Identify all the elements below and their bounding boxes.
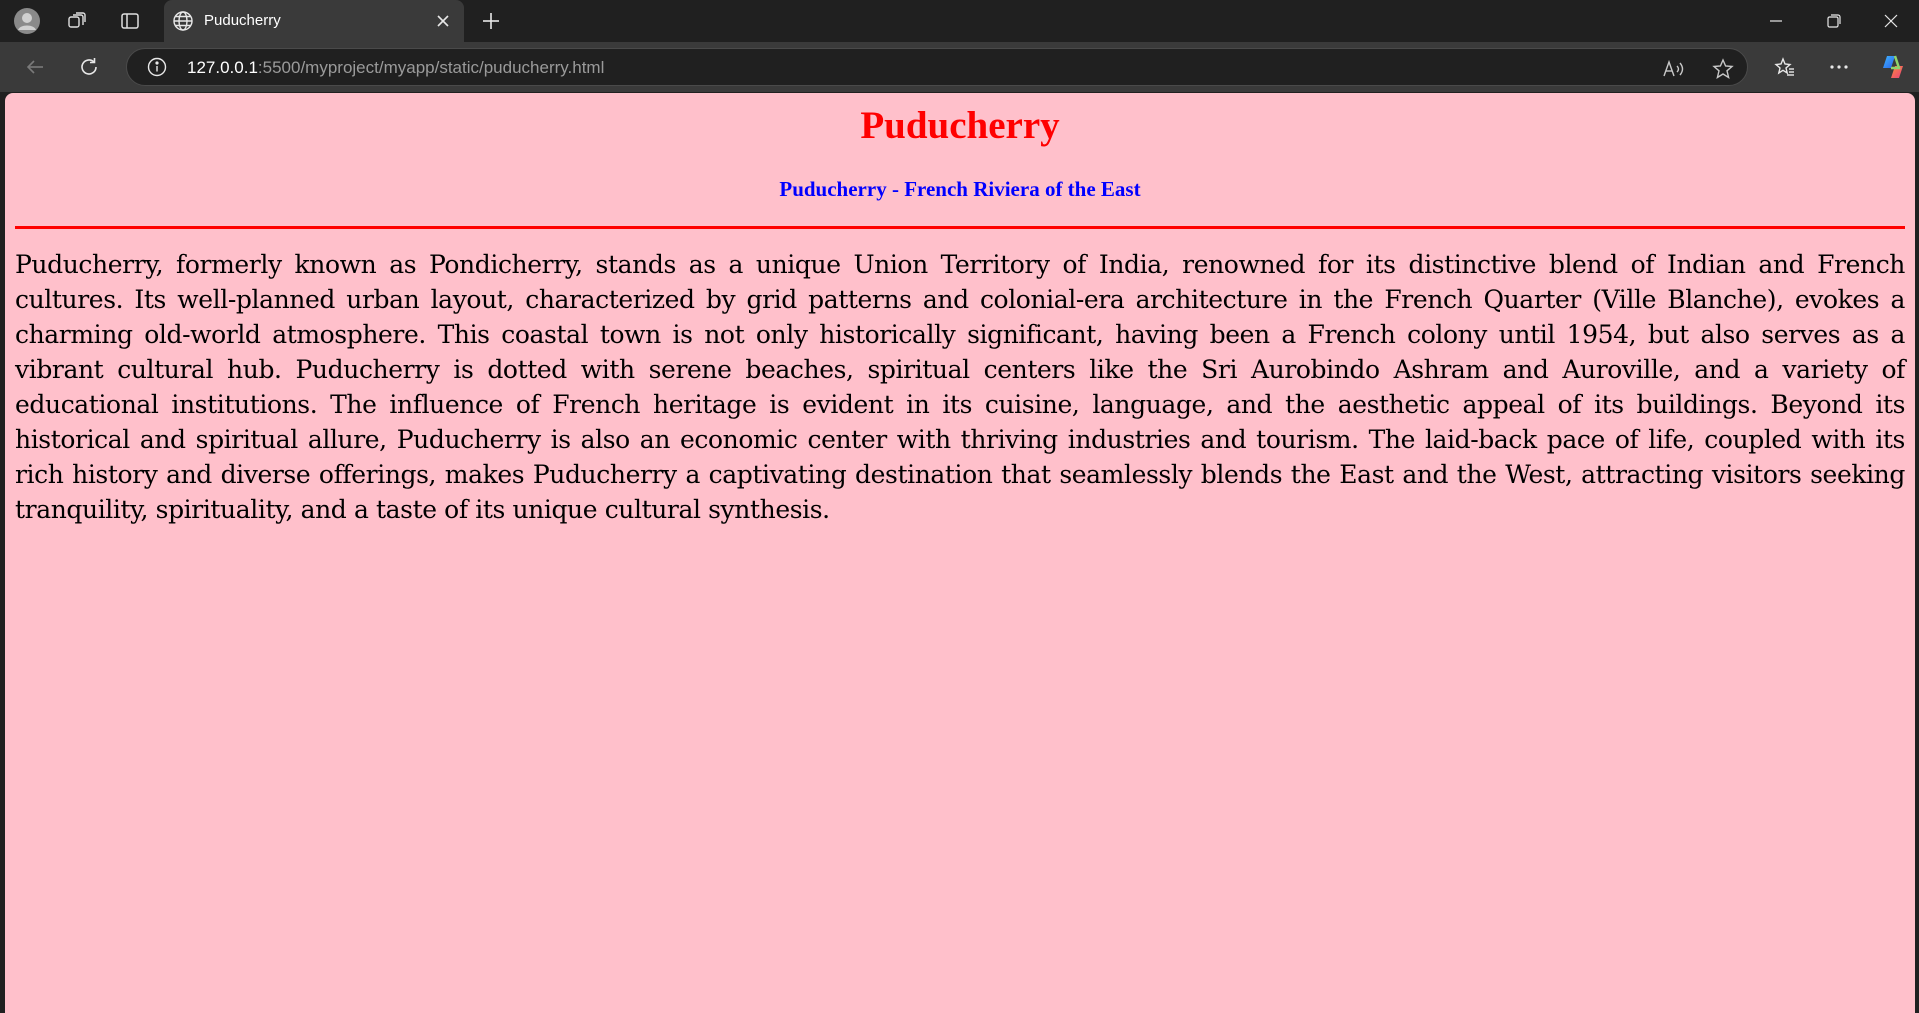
page-subtitle: Puducherry - French Riviera of the East: [779, 177, 1141, 201]
horizontal-rule: [15, 226, 1905, 229]
copilot-icon[interactable]: [1876, 51, 1910, 83]
tab-actions-icon[interactable]: [115, 7, 145, 35]
avatar-icon[interactable]: [12, 7, 42, 35]
page-viewport: Puducherry Puducherry - French Riviera o…: [5, 93, 1915, 1013]
star-icon[interactable]: [1711, 57, 1735, 81]
tab-title: Puducherry: [204, 12, 281, 29]
url-host: 127.0.0.1: [187, 58, 258, 77]
address-bar[interactable]: 127.0.0.1:5500/myproject/myapp/static/pu…: [126, 48, 1748, 86]
close-icon[interactable]: [432, 10, 454, 32]
info-icon[interactable]: [147, 57, 167, 77]
back-arrow-icon[interactable]: [18, 51, 52, 83]
browser-titlebar: Puducherry: [0, 0, 1919, 42]
favorites-icon[interactable]: [1768, 51, 1802, 83]
url-path: :5500/myproject/myapp/static/puducherry.…: [257, 58, 605, 77]
globe-icon: [172, 10, 194, 32]
url-text: 127.0.0.1:5500/myproject/myapp/static/pu…: [187, 58, 604, 78]
minimize-icon[interactable]: [1748, 0, 1804, 42]
more-icon[interactable]: [1822, 51, 1856, 83]
page-title: Puducherry: [860, 104, 1060, 147]
restore-icon[interactable]: [1806, 0, 1862, 42]
workspaces-icon[interactable]: [62, 7, 92, 35]
close-window-icon[interactable]: [1863, 0, 1919, 42]
refresh-icon[interactable]: [72, 51, 106, 83]
read-aloud-icon[interactable]: [1661, 57, 1685, 81]
description-paragraph: Puducherry, formerly known as Pondicherr…: [15, 250, 1905, 524]
active-tab[interactable]: Puducherry: [164, 0, 464, 42]
browser-toolbar: 127.0.0.1:5500/myproject/myapp/static/pu…: [0, 42, 1919, 92]
plus-icon[interactable]: [476, 7, 506, 35]
